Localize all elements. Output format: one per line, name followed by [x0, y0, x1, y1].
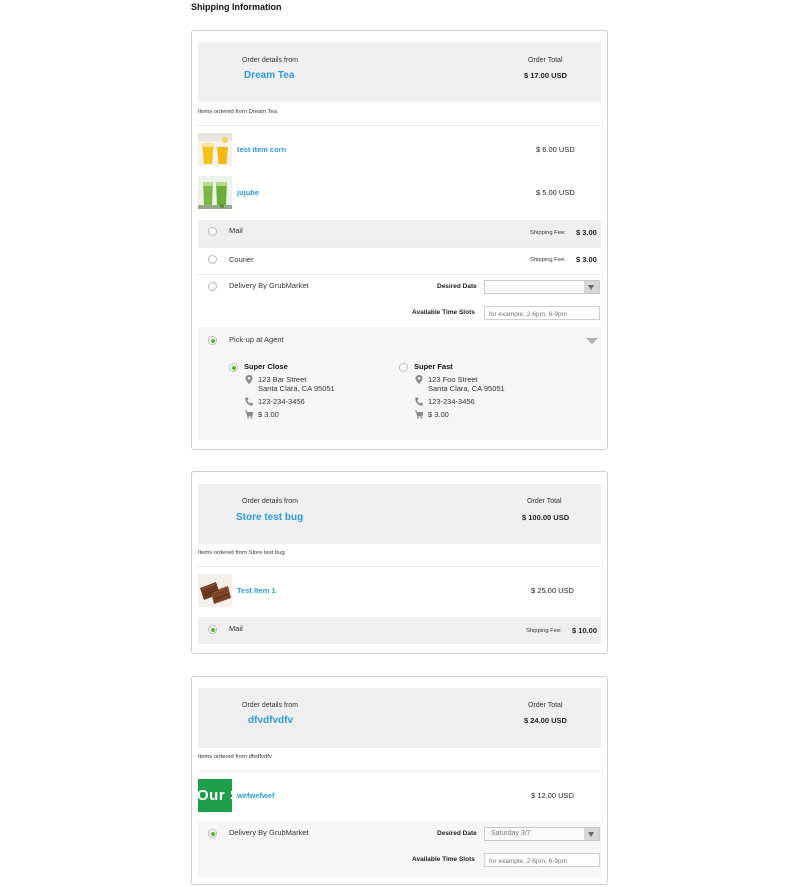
- time-slots-label: Available Time Slots: [412, 856, 475, 863]
- time-slots-input[interactable]: [484, 853, 600, 867]
- items-ordered-from: Items ordered from Store test bug: [198, 550, 285, 556]
- map-pin-icon: [415, 375, 423, 384]
- order-details-label: Order details from: [242, 702, 299, 709]
- phone-icon: [245, 397, 253, 406]
- agent-name: Super Fast: [414, 362, 453, 371]
- item-name-link[interactable]: wefwefwef: [237, 791, 275, 800]
- order-card-dfvdfvdfv: Order details from dfvdfvdfv Order Total…: [191, 676, 608, 885]
- order-total-value: $ 100.00 USD: [522, 513, 570, 522]
- shipping-option-label: Delivery By GrubMarket: [229, 828, 309, 837]
- chevron-down-icon: [584, 281, 599, 293]
- green-logo-image: Our S: [198, 787, 232, 804]
- time-slots-label: Available Time Slots: [412, 309, 475, 316]
- order-card-store-test-bug: Order details from Store test bug Order …: [191, 471, 608, 654]
- shipping-fee-label: Shipping Fee:: [530, 257, 566, 263]
- desired-date-select[interactable]: Saturday 3/7: [484, 827, 600, 841]
- agent-address-line1: 123 Bar Street: [258, 375, 307, 384]
- agent-name: Super Close: [244, 362, 288, 371]
- item-price: $ 25.00 USD: [531, 586, 574, 595]
- item-name-link[interactable]: Test Item 1: [237, 586, 276, 595]
- item-price: $ 5.00 USD: [536, 188, 575, 197]
- order-header: Order details from Dream Tea Order Total…: [198, 42, 601, 102]
- order-card-dream-tea: Order details from Dream Tea Order Total…: [191, 30, 608, 450]
- phone-icon: [415, 397, 423, 406]
- chocolate-bars-image: [198, 574, 232, 607]
- cart-icon: [415, 410, 423, 419]
- chevron-down-icon[interactable]: [586, 338, 598, 344]
- order-header: Order details from dfvdfvdfv Order Total…: [198, 688, 601, 748]
- items-ordered-from: Items ordered from Dream Tea: [198, 109, 277, 115]
- shipping-option-label: Mail: [229, 624, 243, 633]
- item-thumbnail[interactable]: [198, 574, 232, 607]
- order-total-label: Order Total: [528, 57, 563, 64]
- store-name-link[interactable]: Store test bug: [236, 512, 303, 523]
- store-name-link[interactable]: Dream Tea: [244, 70, 294, 81]
- items-ordered-from: Items ordered from dfvdfvdfv: [198, 754, 272, 760]
- shipping-option-label: Courier: [229, 255, 254, 264]
- item-thumbnail[interactable]: Our S: [198, 779, 232, 812]
- agent-fee: $ 3.00: [428, 410, 449, 419]
- agent-address-line2: Santa Clara, CA 95051: [258, 384, 335, 393]
- item-price: $ 6.00 USD: [536, 145, 575, 154]
- green-drink-image: [198, 176, 232, 209]
- agent-phone: 123-234-3456: [428, 397, 475, 406]
- item-price: $ 12.00 USD: [531, 791, 574, 800]
- agent-address-line2: Santa Clara, CA 95051: [428, 384, 505, 393]
- shipping-option-label: Delivery By GrubMarket: [229, 281, 309, 290]
- agent-fee: $ 3.00: [258, 410, 279, 419]
- agent-phone: 123-234-3456: [258, 397, 305, 406]
- agent-radio-selected[interactable]: [229, 363, 238, 372]
- shipping-fee-value: $ 10.00: [572, 626, 598, 635]
- item-thumbnail[interactable]: [198, 176, 232, 209]
- shipping-fee-value: $ 3.00: [576, 255, 597, 264]
- shipping-option-pickup[interactable]: Pick-up at Agent Super Close 123 Bar Str…: [198, 327, 601, 440]
- order-total-label: Order Total: [528, 702, 563, 709]
- order-total-label: Order Total: [527, 498, 562, 505]
- order-total-value: $ 17.00 USD: [524, 71, 567, 80]
- time-slots-input[interactable]: [484, 306, 600, 320]
- desired-date-value: Saturday 3/7: [491, 830, 531, 837]
- cart-icon: [245, 410, 253, 419]
- radio-button[interactable]: [208, 282, 217, 291]
- chevron-down-icon: [584, 828, 599, 840]
- radio-button-selected[interactable]: [208, 336, 217, 345]
- agent-address-line1: 123 Foo Street: [428, 375, 478, 384]
- shipping-option-label: Mail: [229, 226, 243, 235]
- shipping-option-delivery[interactable]: Delivery By GrubMarket Desired Date Avai…: [198, 274, 601, 326]
- radio-button[interactable]: [208, 255, 217, 264]
- order-total-value: $ 24.00 USD: [524, 716, 567, 725]
- order-details-label: Order details from: [242, 498, 299, 505]
- shipping-option-mail[interactable]: Mail Shipping Fee: $ 3.00: [198, 220, 601, 247]
- desired-date-select[interactable]: [484, 280, 600, 294]
- item-name-link[interactable]: test item corn: [237, 145, 286, 154]
- desired-date-label: Desired Date: [437, 283, 477, 290]
- shipping-fee-value: $ 3.00: [576, 228, 597, 237]
- shipping-option-mail[interactable]: Mail Shipping Fee: $ 10.00: [198, 617, 601, 644]
- divider: [198, 125, 601, 126]
- store-name-link[interactable]: dfvdfvdfv: [248, 715, 293, 726]
- radio-button-selected[interactable]: [208, 625, 217, 634]
- item-name-link[interactable]: jujube: [237, 188, 259, 197]
- radio-button[interactable]: [208, 227, 217, 236]
- desired-date-label: Desired Date: [437, 830, 477, 837]
- order-details-label: Order details from: [242, 57, 299, 64]
- shipping-option-delivery[interactable]: Delivery By GrubMarket Desired Date Satu…: [198, 822, 601, 878]
- divider: [198, 566, 601, 567]
- shipping-option-label: Pick-up at Agent: [229, 335, 284, 344]
- radio-button-selected[interactable]: [208, 829, 217, 838]
- agent-radio[interactable]: [399, 363, 408, 372]
- yellow-drink-image: [198, 133, 232, 166]
- map-pin-icon: [245, 375, 253, 384]
- order-header: Order details from Store test bug Order …: [198, 484, 601, 544]
- item-thumbnail[interactable]: [198, 133, 232, 166]
- page-title: Shipping Information: [191, 2, 282, 12]
- shipping-fee-label: Shipping Fee:: [530, 230, 566, 236]
- divider: [198, 771, 601, 772]
- shipping-fee-label: Shipping Fee:: [526, 628, 562, 634]
- shipping-option-courier[interactable]: Courier Shipping Fee: $ 3.00: [198, 247, 601, 274]
